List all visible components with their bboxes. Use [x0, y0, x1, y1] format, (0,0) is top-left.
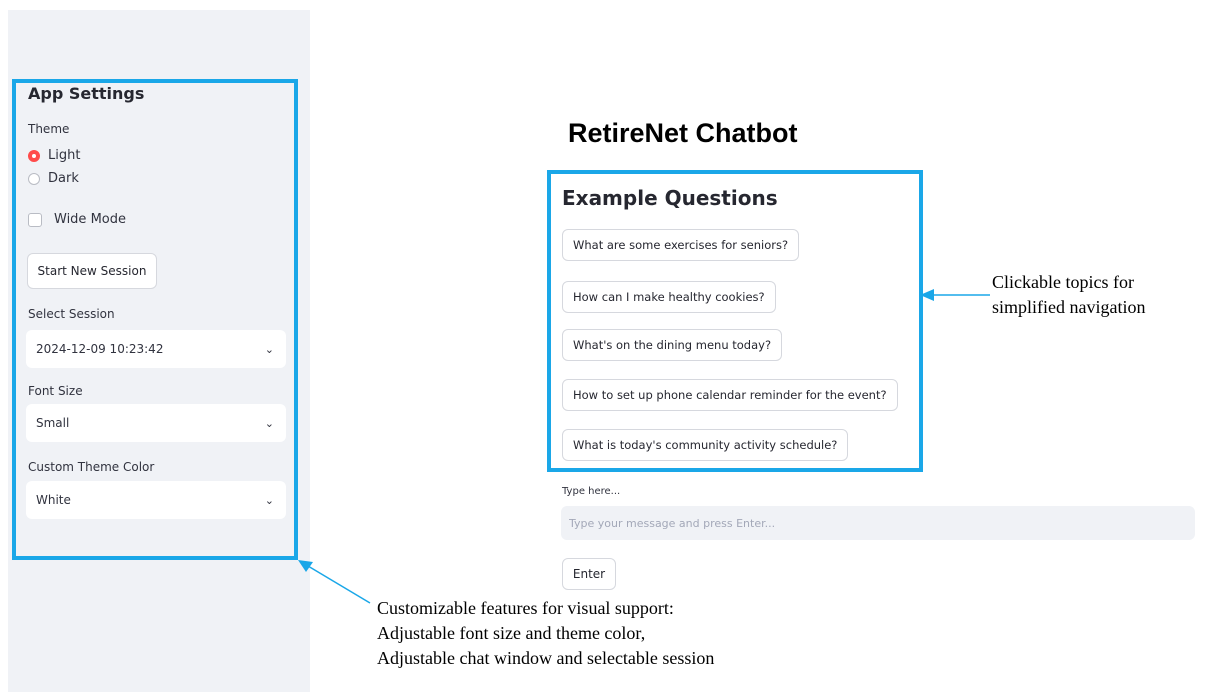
- annotation-line: Customizable features for visual support…: [377, 598, 674, 618]
- font-size-label: Font Size: [28, 384, 83, 398]
- question-button[interactable]: What is today's community activity sched…: [562, 429, 849, 461]
- enter-button[interactable]: Enter: [562, 558, 616, 590]
- theme-color-label: Custom Theme Color: [28, 460, 155, 474]
- example-questions-title: Example Questions: [562, 186, 778, 210]
- chevron-down-icon: ⌄: [264, 342, 274, 356]
- font-size-select[interactable]: Small ⌄: [26, 404, 286, 442]
- question-button[interactable]: What are some exercises for seniors?: [562, 229, 800, 261]
- message-input-label: Type here...: [562, 486, 621, 497]
- theme-option-light[interactable]: Light: [28, 148, 80, 163]
- features-arrow-line: [307, 565, 371, 604]
- select-session-label: Select Session: [28, 307, 115, 321]
- theme-label: Theme: [28, 122, 70, 136]
- wide-mode-toggle[interactable]: Wide Mode: [28, 212, 126, 227]
- annotation-line: Adjustable font size and theme color,: [377, 623, 646, 643]
- checkbox-icon[interactable]: [28, 212, 42, 227]
- annotation-line: Clickable topics for: [992, 272, 1134, 292]
- session-select[interactable]: 2024-12-09 10:23:42 ⌄: [26, 330, 286, 368]
- message-input[interactable]: [561, 506, 1195, 540]
- radio-unchecked-icon[interactable]: [28, 172, 40, 185]
- theme-color-select[interactable]: White ⌄: [26, 481, 286, 519]
- theme-option-label: Light: [48, 148, 81, 163]
- radio-checked-icon[interactable]: [28, 149, 40, 162]
- annotation-line: simplified navigation: [992, 297, 1146, 317]
- font-size-select-value: Small: [36, 416, 70, 430]
- theme-option-label: Dark: [48, 171, 79, 186]
- question-button[interactable]: How can I make healthy cookies?: [562, 281, 776, 313]
- features-annotation: Customizable features for visual support…: [377, 596, 714, 671]
- chevron-down-icon: ⌄: [264, 416, 274, 430]
- topics-annotation: Clickable topics for simplified navigati…: [992, 270, 1145, 320]
- wide-mode-label: Wide Mode: [54, 212, 126, 227]
- settings-title: App Settings: [28, 84, 145, 103]
- theme-option-dark[interactable]: Dark: [28, 171, 79, 186]
- chevron-down-icon: ⌄: [264, 493, 274, 507]
- start-new-session-button[interactable]: Start New Session: [27, 253, 157, 289]
- theme-color-select-value: White: [36, 493, 71, 507]
- questions-highlight-box: [547, 170, 923, 472]
- question-button[interactable]: How to set up phone calendar reminder fo…: [562, 379, 898, 411]
- question-button[interactable]: What's on the dining menu today?: [562, 329, 783, 361]
- annotation-line: Adjustable chat window and selectable se…: [377, 648, 715, 668]
- session-select-value: 2024-12-09 10:23:42: [36, 342, 164, 356]
- page-title: RetireNet Chatbot: [568, 118, 798, 148]
